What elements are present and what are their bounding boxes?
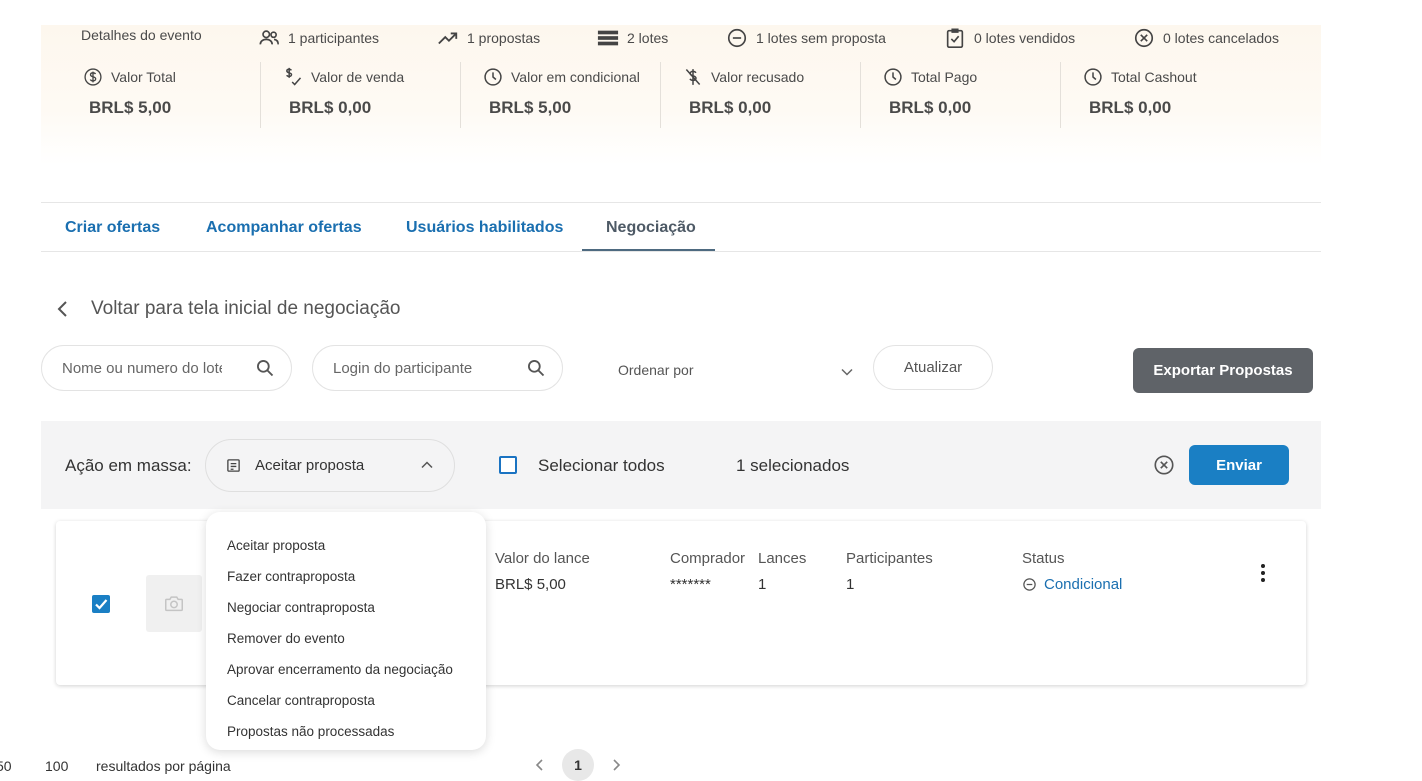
lot-search-field[interactable] — [41, 345, 292, 391]
back-link[interactable]: Voltar para tela inicial de negociação — [55, 298, 400, 320]
order-by-select[interactable]: Ordenar por — [618, 362, 693, 378]
selected-count: 1 selecionados — [736, 456, 850, 475]
lot-search-input[interactable] — [42, 359, 222, 377]
previous-page-icon[interactable] — [534, 757, 546, 773]
clipboard-check-icon — [946, 28, 964, 48]
clock-icon — [484, 68, 502, 86]
clock-icon — [1084, 68, 1102, 86]
dropdown-option-approve-closing[interactable]: Aprovar encerramento da negociação — [227, 662, 453, 677]
trending-up-icon — [438, 32, 458, 45]
update-button[interactable]: Atualizar — [873, 345, 993, 390]
status-header: Status — [1022, 550, 1065, 567]
lots-cancelled-stat: 0 lotes cancelados — [1133, 27, 1279, 49]
event-summary-panel — [41, 25, 1321, 165]
select-all-label[interactable]: Selecionar todos — [538, 456, 665, 476]
document-icon — [227, 459, 240, 472]
export-proposals-button[interactable]: Exportar Propostas — [1133, 348, 1313, 393]
sale-value-icon — [286, 67, 302, 86]
divider — [260, 62, 261, 128]
conditional-value-label: Valor em condicional — [483, 67, 640, 87]
total-cashout-amount: BRL$ 0,00 — [1089, 98, 1172, 117]
dropdown-option-remove-from-event[interactable]: Remover do evento — [227, 631, 345, 646]
total-paid-amount: BRL$ 0,00 — [889, 98, 972, 117]
dropdown-option-unprocessed-proposals[interactable]: Propostas não processadas — [227, 724, 394, 739]
lot-checkbox[interactable] — [92, 595, 110, 613]
divider — [460, 62, 461, 128]
event-details-label: Detalhes do evento — [81, 27, 202, 43]
buyer-header: Comprador — [670, 550, 746, 567]
divider — [1060, 62, 1061, 128]
mass-action-select[interactable]: Aceitar proposta — [205, 439, 455, 492]
bids-header: Lances — [758, 550, 807, 567]
total-cashout-label: Total Cashout — [1083, 67, 1197, 87]
chevron-down-icon[interactable] — [840, 365, 854, 379]
tab-track-offers[interactable]: Acompanhar ofertas — [206, 219, 362, 237]
check-icon — [95, 599, 108, 610]
conditional-value-amount: BRL$ 5,00 — [489, 98, 572, 117]
lot-thumbnail — [146, 575, 202, 632]
tab-create-offers[interactable]: Criar ofertas — [65, 219, 160, 237]
lots-stat: 2 lotes — [597, 27, 668, 49]
dropdown-option-accept-proposal[interactable]: Aceitar proposta — [227, 538, 325, 553]
lots-without-proposal-stat: 1 lotes sem proposta — [726, 27, 886, 49]
participants-header: Participantes — [846, 550, 933, 567]
bid-value-header: Valor do lance — [495, 550, 590, 567]
total-value-label: Valor Total — [83, 67, 176, 87]
bids-value: 1 — [758, 576, 767, 593]
tab-negotiation[interactable]: Negociação — [606, 219, 696, 237]
tabs-divider-bottom — [41, 251, 1321, 252]
mass-action-label: Ação em massa: — [65, 456, 192, 475]
minus-circle-icon — [1023, 578, 1036, 591]
search-icon[interactable] — [255, 358, 275, 378]
send-button[interactable]: Enviar — [1189, 445, 1289, 485]
bid-value: BRL$ 5,00 — [495, 576, 566, 593]
next-page-icon[interactable] — [610, 757, 622, 773]
tab-enabled-users[interactable]: Usuários habilitados — [406, 219, 563, 237]
close-circle-icon — [1134, 28, 1154, 48]
list-icon — [597, 30, 619, 46]
dropdown-option-negotiate-counterproposal[interactable]: Negociar contraproposta — [227, 600, 375, 615]
tabs-divider-top — [41, 202, 1321, 203]
dropdown-option-make-counterproposal[interactable]: Fazer contraproposta — [227, 569, 355, 584]
divider — [660, 62, 661, 128]
divider — [860, 62, 861, 128]
sale-value-amount: BRL$ 0,00 — [289, 98, 372, 117]
refused-value-amount: BRL$ 0,00 — [689, 98, 772, 117]
total-value-amount: BRL$ 5,00 — [89, 98, 172, 117]
chevron-up-icon — [421, 461, 433, 469]
proposals-stat: 1 propostas — [437, 27, 540, 49]
dropdown-option-cancel-counterproposal[interactable]: Cancelar contraproposta — [227, 693, 375, 708]
camera-icon — [165, 595, 183, 611]
clock-icon — [884, 68, 902, 86]
status-badge: Condicional — [1022, 576, 1122, 593]
clear-selection-icon[interactable] — [1153, 454, 1175, 476]
participants-stat: 1 participantes — [258, 27, 379, 49]
lots-sold-stat: 0 lotes vendidos — [944, 27, 1075, 49]
participant-login-field[interactable] — [312, 345, 563, 391]
refused-value-label: Valor recusado — [683, 67, 804, 87]
people-icon — [259, 30, 279, 45]
buyer-value: ******* — [670, 576, 711, 593]
dollar-circle-icon — [84, 68, 102, 86]
search-icon[interactable] — [526, 358, 546, 378]
select-all-checkbox[interactable] — [499, 456, 517, 474]
chevron-left-icon — [57, 301, 67, 317]
participants-value: 1 — [846, 576, 855, 593]
minus-circle-icon — [727, 28, 747, 48]
active-tab-indicator — [582, 249, 715, 251]
total-paid-label: Total Pago — [883, 67, 977, 87]
participant-login-input[interactable] — [313, 359, 493, 377]
current-page-button[interactable]: 1 — [562, 749, 594, 781]
sale-value-label: Valor de venda — [283, 67, 404, 87]
dollar-off-icon — [685, 69, 701, 85]
more-options-icon[interactable] — [1254, 563, 1272, 583]
